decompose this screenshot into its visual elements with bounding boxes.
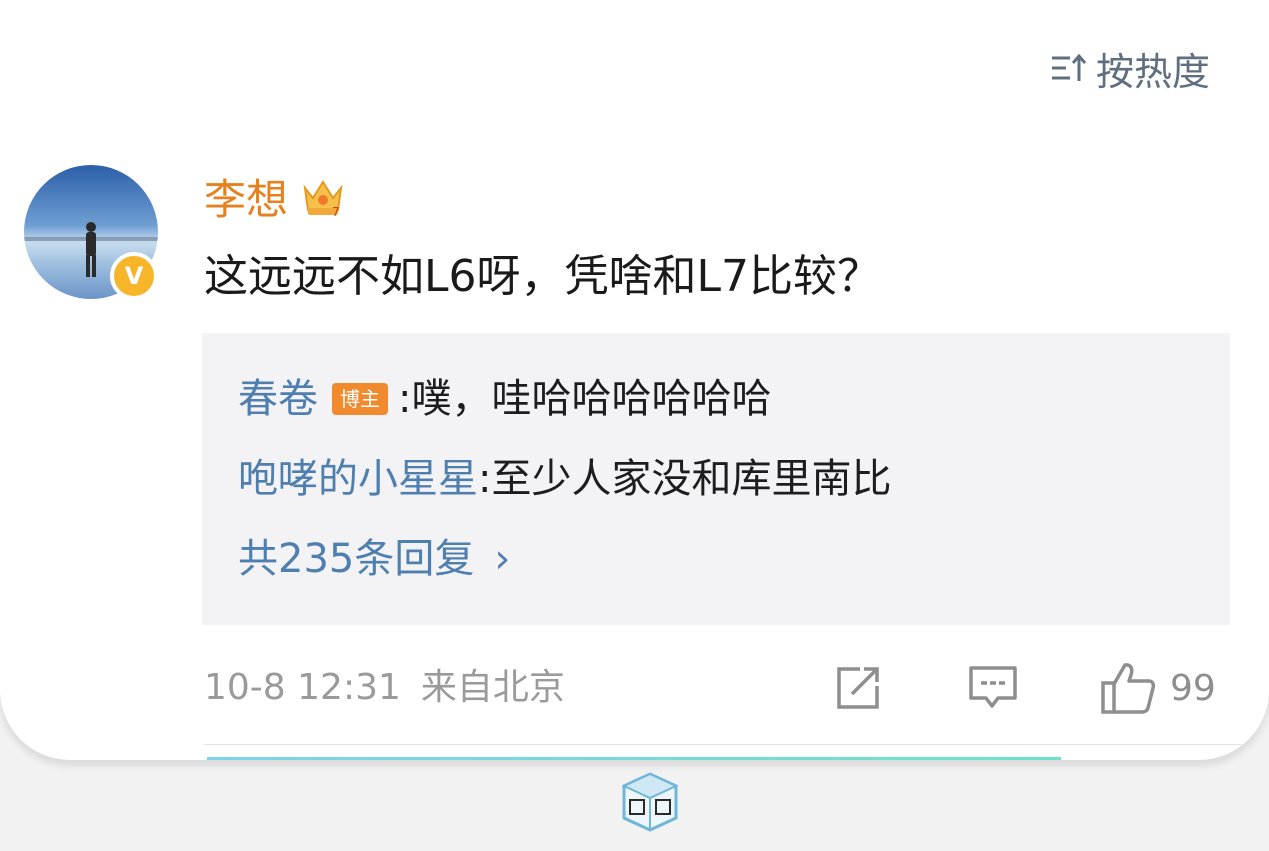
divider: [204, 744, 1269, 745]
verified-v-badge: V: [110, 252, 158, 300]
reply-author[interactable]: 咆哮的小星星: [238, 451, 478, 507]
reply-item: 咆哮的小星星 : 至少人家没和库里南比: [238, 451, 891, 507]
sort-icon: [1052, 53, 1087, 81]
like-button[interactable]: 99: [1100, 660, 1216, 716]
verified-glyph: V: [124, 262, 144, 290]
comment-timestamp: 10-8 12:31: [204, 667, 401, 708]
reply-separator: :: [398, 376, 412, 422]
reply-text: 噗，哇哈哈哈哈哈哈: [411, 376, 772, 422]
comment-button[interactable]: [968, 660, 1018, 716]
comment-author[interactable]: 李想: [204, 166, 288, 227]
share-icon: [837, 667, 879, 709]
reply-author[interactable]: 春卷: [238, 371, 318, 427]
comment-meta: 10-8 12:31 来自北京: [204, 660, 565, 716]
watermark-logo: [621, 772, 679, 832]
comment-icon: [969, 666, 1017, 708]
sort-label: 按热度: [1096, 49, 1211, 94]
chevron-right-icon: ›: [494, 536, 511, 582]
thumbs-up-icon: [1101, 663, 1156, 714]
share-button[interactable]: [834, 660, 882, 716]
replies-box: 春卷 博主 : 噗，哇哈哈哈哈哈哈 咆哮的小星星 : 至少人家没和库里南比 共2…: [202, 333, 1230, 625]
comment-location: 来自北京: [420, 667, 565, 708]
more-replies-label: 共235条回复: [238, 536, 475, 582]
comment-author-row: 李想 7: [204, 168, 346, 224]
comment-card: 按热度 V 李想 7 这远远不如L6呀，凭啥和L7比较？ 春卷 博主 : 噗，哇…: [0, 0, 1269, 760]
comment-text: 这远远不如L6呀，凭啥和L7比较？: [204, 251, 882, 302]
blogger-badge: 博主: [332, 383, 388, 415]
like-count: 99: [1170, 667, 1216, 709]
reply-item: 春卷 博主 : 噗，哇哈哈哈哈哈哈: [238, 371, 771, 427]
reply-text: 至少人家没和库里南比: [491, 456, 892, 502]
reply-separator: :: [478, 456, 492, 502]
svg-text:7: 7: [332, 205, 340, 218]
sort-by-hot-button[interactable]: 按热度: [1050, 44, 1210, 94]
view-all-replies-link[interactable]: 共235条回复 ›: [238, 531, 510, 587]
crown-icon: 7: [303, 180, 343, 218]
scroll-progress-bar: [207, 757, 1061, 760]
